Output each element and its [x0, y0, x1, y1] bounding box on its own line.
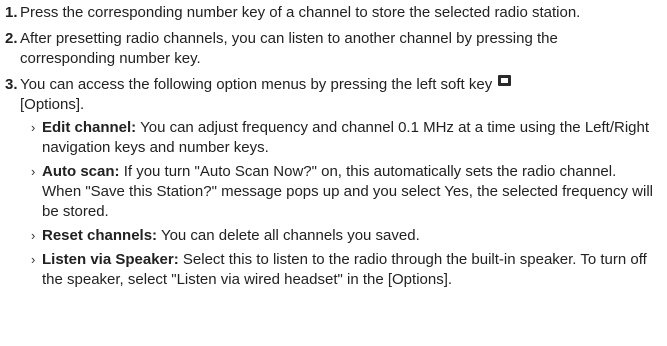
option-description: You can delete all channels you saved. [160, 227, 420, 244]
instructions-page: 1. Press the corresponding number key of… [0, 0, 655, 290]
option-description: If you turn "Auto Scan Now?" on, this au… [42, 163, 654, 220]
option-listen-via-speaker: › Listen via Speaker: Select this to lis… [20, 250, 655, 290]
option-term: Reset channels: [42, 227, 158, 244]
option-term: Edit channel: [42, 119, 137, 136]
step-3: 3. You can access the following option m… [5, 75, 655, 290]
step-1: 1. Press the corresponding number key of… [5, 3, 655, 23]
chevron-right-icon: › [31, 164, 36, 179]
step-number: 2. [5, 30, 18, 47]
option-reset-channels: › Reset channels: You can delete all cha… [20, 226, 655, 246]
step-2: 2. After presetting radio channels, you … [5, 29, 655, 69]
step-text: You can access the following option menu… [20, 76, 493, 93]
step-text-options-ref: [Options]. [20, 96, 85, 113]
option-auto-scan: › Auto scan: If you turn "Auto Scan Now?… [20, 162, 655, 222]
chevron-right-icon: › [31, 120, 36, 135]
step-number: 3. [5, 76, 18, 93]
chevron-right-icon: › [31, 252, 36, 267]
left-soft-key-icon [498, 75, 512, 86]
step-number: 1. [5, 4, 18, 21]
option-edit-channel: › Edit channel: You can adjust frequency… [20, 118, 655, 158]
option-term: Listen via Speaker: [42, 251, 179, 268]
option-term: Auto scan: [42, 163, 120, 180]
step-text: After presetting radio channels, you can… [20, 30, 558, 67]
chevron-right-icon: › [31, 228, 36, 243]
step-text: Press the corresponding number key of a … [20, 4, 581, 21]
option-menu-list: › Edit channel: You can adjust frequency… [20, 118, 655, 290]
